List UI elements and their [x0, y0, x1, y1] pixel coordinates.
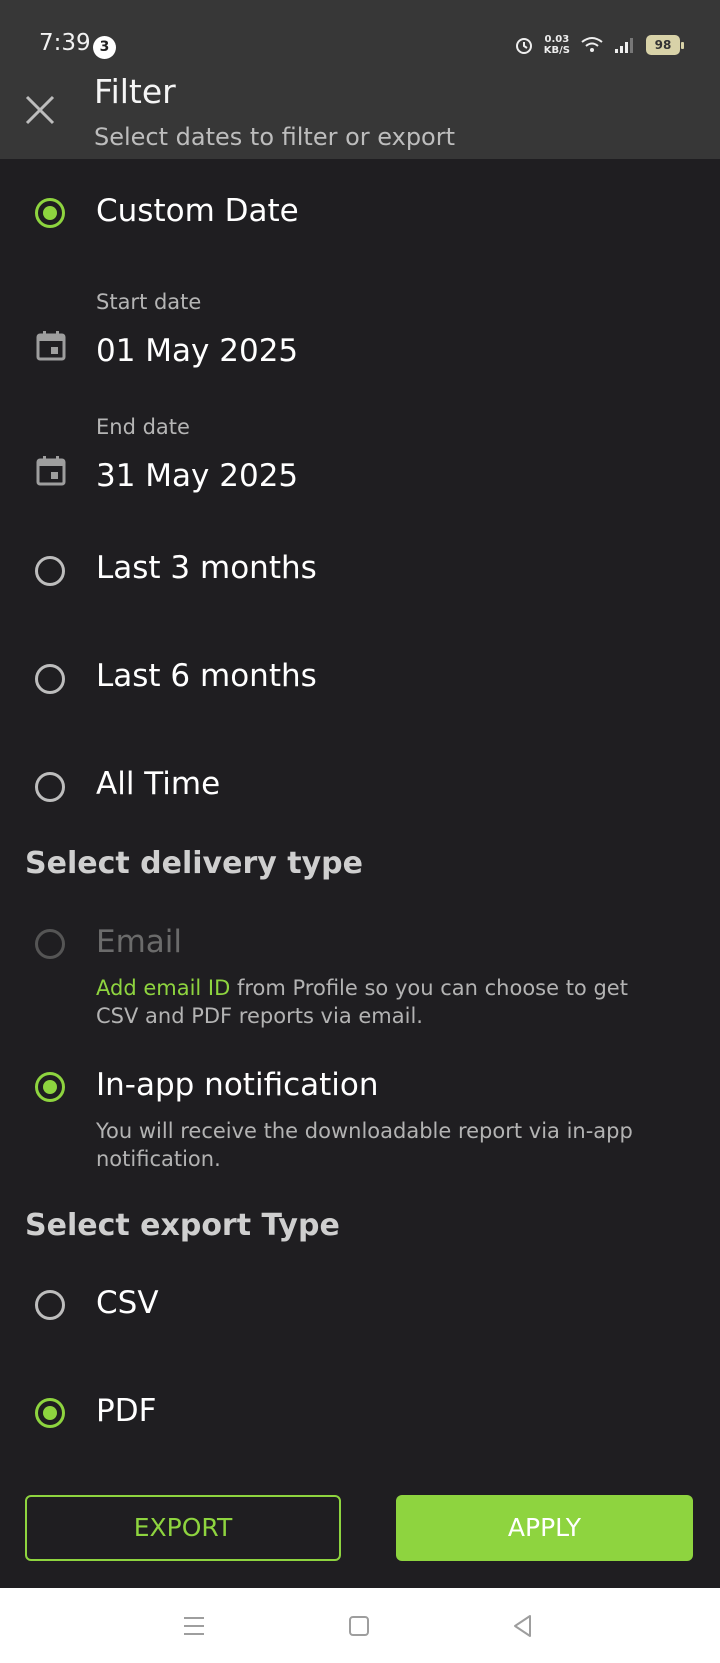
custom-date-label[interactable]: Custom Date	[96, 193, 299, 229]
battery-icon: 98	[646, 35, 684, 55]
alarm-icon	[515, 38, 532, 54]
home-square-icon[interactable]	[341, 1608, 377, 1644]
last-6-months-radio[interactable]	[35, 664, 65, 694]
calendar-icon	[36, 331, 66, 361]
system-nav-bar	[0, 1588, 720, 1663]
page-subtitle: Select dates to filter or export	[94, 123, 456, 151]
in-app-notification-label[interactable]: In-app notification	[96, 1067, 379, 1103]
status-icons: 0.03 KB/S 98	[514, 34, 684, 56]
last-3-months-label[interactable]: Last 3 months	[96, 550, 317, 586]
calendar-icon	[36, 456, 66, 486]
export-button[interactable]: EXPORT	[25, 1495, 341, 1561]
start-date-label: Start date	[96, 290, 202, 314]
start-date-field[interactable]: 01 May 2025	[96, 333, 298, 369]
pdf-radio[interactable]	[35, 1398, 65, 1428]
network-speed: 0.03 KB/S	[544, 34, 570, 56]
pdf-label[interactable]: PDF	[96, 1393, 156, 1429]
speed-unit: KB/S	[543, 45, 570, 56]
end-date-field[interactable]: 31 May 2025	[96, 458, 298, 494]
in-app-description: You will receive the downloadable report…	[96, 1119, 633, 1171]
add-email-link[interactable]: Add email ID	[96, 976, 230, 1000]
close-icon[interactable]	[22, 92, 58, 128]
app-header: 7:39 3 0.03 KB/S 98 Filter Select dates …	[0, 0, 720, 159]
custom-date-radio[interactable]	[35, 198, 65, 228]
email-radio[interactable]	[35, 929, 65, 959]
end-date-label: End date	[96, 415, 190, 439]
csv-radio[interactable]	[35, 1290, 65, 1320]
all-time-radio[interactable]	[35, 772, 65, 802]
all-time-label[interactable]: All Time	[96, 766, 220, 802]
status-time: 7:39	[39, 30, 91, 56]
signal-icon	[615, 38, 633, 53]
delivery-section-title: Select delivery type	[25, 846, 363, 881]
wifi-icon	[581, 37, 603, 52]
speed-value: 0.03	[544, 34, 570, 45]
email-description: Add email ID from Profile so you can cho…	[96, 974, 676, 1030]
page-title: Filter	[94, 72, 176, 111]
export-section-title: Select export Type	[25, 1208, 340, 1243]
notification-count-badge: 3	[93, 36, 116, 59]
csv-label[interactable]: CSV	[96, 1285, 159, 1321]
last-3-months-radio[interactable]	[35, 556, 65, 586]
email-label[interactable]: Email	[96, 924, 182, 960]
back-icon[interactable]	[505, 1608, 541, 1644]
menu-icon[interactable]	[176, 1608, 212, 1644]
apply-button[interactable]: APPLY	[396, 1495, 693, 1561]
last-6-months-label[interactable]: Last 6 months	[96, 658, 317, 694]
in-app-notification-radio[interactable]	[35, 1072, 65, 1102]
